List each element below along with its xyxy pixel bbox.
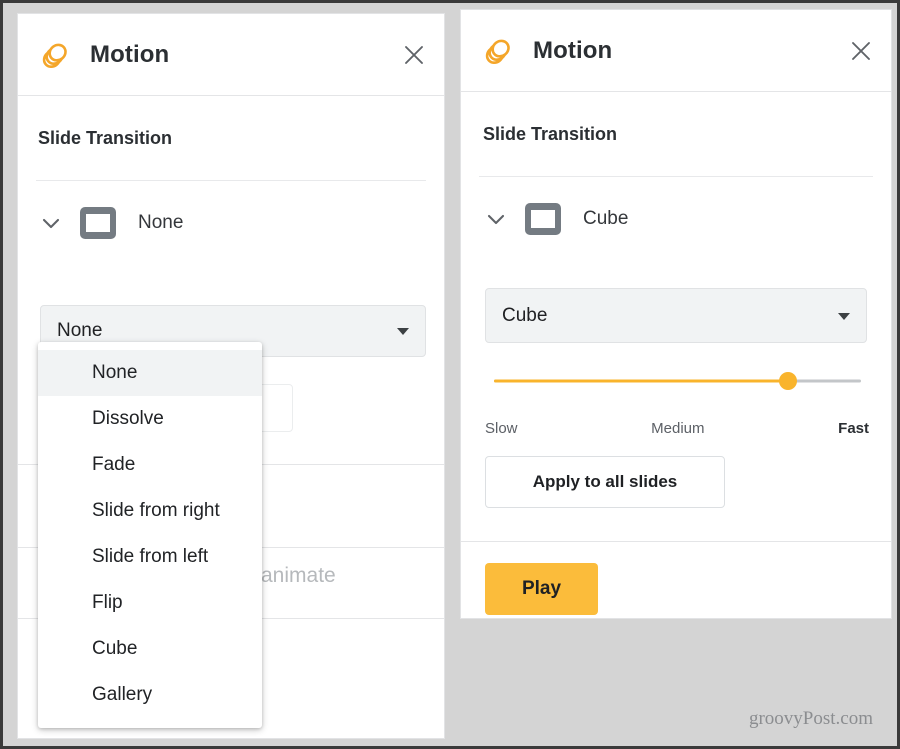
dropdown-item-label: Cube: [92, 638, 138, 659]
dropdown-item-label: Fade: [92, 454, 136, 475]
dropdown-item[interactable]: Cube: [38, 626, 262, 672]
dropdown-item-label: Dissolve: [92, 408, 164, 429]
dropdown-item[interactable]: Fade: [38, 442, 262, 488]
right-transition-name: Cube: [583, 208, 629, 229]
right-motion-panel: Motion Slide Transition Cube Cube Slow M…: [460, 9, 892, 619]
left-transition-name: None: [138, 212, 184, 233]
left-section-label-row: Slide Transition: [18, 96, 444, 180]
dropdown-item-label: Slide from left: [92, 546, 209, 567]
dropdown-item[interactable]: None: [38, 350, 262, 396]
slider-label-fast: Fast: [838, 420, 869, 437]
right-divider-2: [461, 541, 891, 542]
dropdown-item-label: Slide from right: [92, 500, 220, 521]
slider-label-medium: Medium: [651, 420, 705, 437]
stacked-circles-icon: [42, 43, 67, 68]
play-button[interactable]: Play: [485, 563, 598, 615]
caret-down-icon: [838, 312, 850, 320]
dropdown-item[interactable]: Slide from right: [38, 488, 262, 534]
slider-track-fill: [494, 379, 788, 383]
dropdown-item-label: Flip: [92, 592, 123, 613]
watermark: groovyPost.com: [748, 708, 873, 729]
left-select-value: None: [57, 320, 103, 341]
speed-slider[interactable]: [494, 370, 861, 392]
left-motion-panel: Motion Slide Transition None animate Non…: [17, 13, 445, 739]
dropdown-item[interactable]: Flip: [38, 580, 262, 626]
apply-to-all-slides-button[interactable]: Apply to all slides: [485, 456, 725, 508]
close-icon[interactable]: [402, 43, 426, 67]
slide-thumbnail-icon: [525, 203, 561, 235]
left-obscured-text: animate: [261, 564, 336, 587]
right-transition-select[interactable]: Cube: [485, 288, 867, 343]
left-transition-dropdown[interactable]: None Dissolve Fade Slide from right Slid…: [38, 342, 262, 728]
right-section-label: Slide Transition: [483, 123, 618, 144]
slide-thumbnail-icon: [80, 207, 116, 239]
dropdown-item-label: None: [92, 362, 138, 383]
slider-thumb[interactable]: [778, 372, 797, 390]
dropdown-item-label: Gallery: [92, 684, 153, 705]
right-transition-row[interactable]: Cube: [461, 177, 891, 261]
screenshot-root: Motion Slide Transition None animate Non…: [0, 0, 900, 749]
right-panel-header: Motion: [461, 10, 891, 92]
close-icon[interactable]: [849, 39, 873, 63]
left-panel-header: Motion: [18, 14, 444, 96]
right-panel-title: Motion: [533, 36, 613, 64]
right-section-label-row: Slide Transition: [461, 92, 891, 176]
left-section-label: Slide Transition: [38, 127, 173, 148]
dropdown-item[interactable]: Slide from left: [38, 534, 262, 580]
left-transition-row[interactable]: None: [18, 181, 444, 265]
speed-slider-labels: Slow Medium Fast: [485, 420, 869, 437]
chevron-down-icon[interactable]: [483, 206, 509, 232]
right-select-value: Cube: [502, 304, 548, 326]
caret-down-icon: [397, 328, 409, 335]
chevron-down-icon[interactable]: [38, 210, 64, 236]
stacked-circles-icon: [485, 39, 510, 64]
dropdown-item[interactable]: Gallery: [38, 672, 262, 718]
dropdown-item[interactable]: Dissolve: [38, 396, 262, 442]
slider-label-slow: Slow: [485, 420, 518, 437]
left-panel-title: Motion: [90, 40, 170, 68]
